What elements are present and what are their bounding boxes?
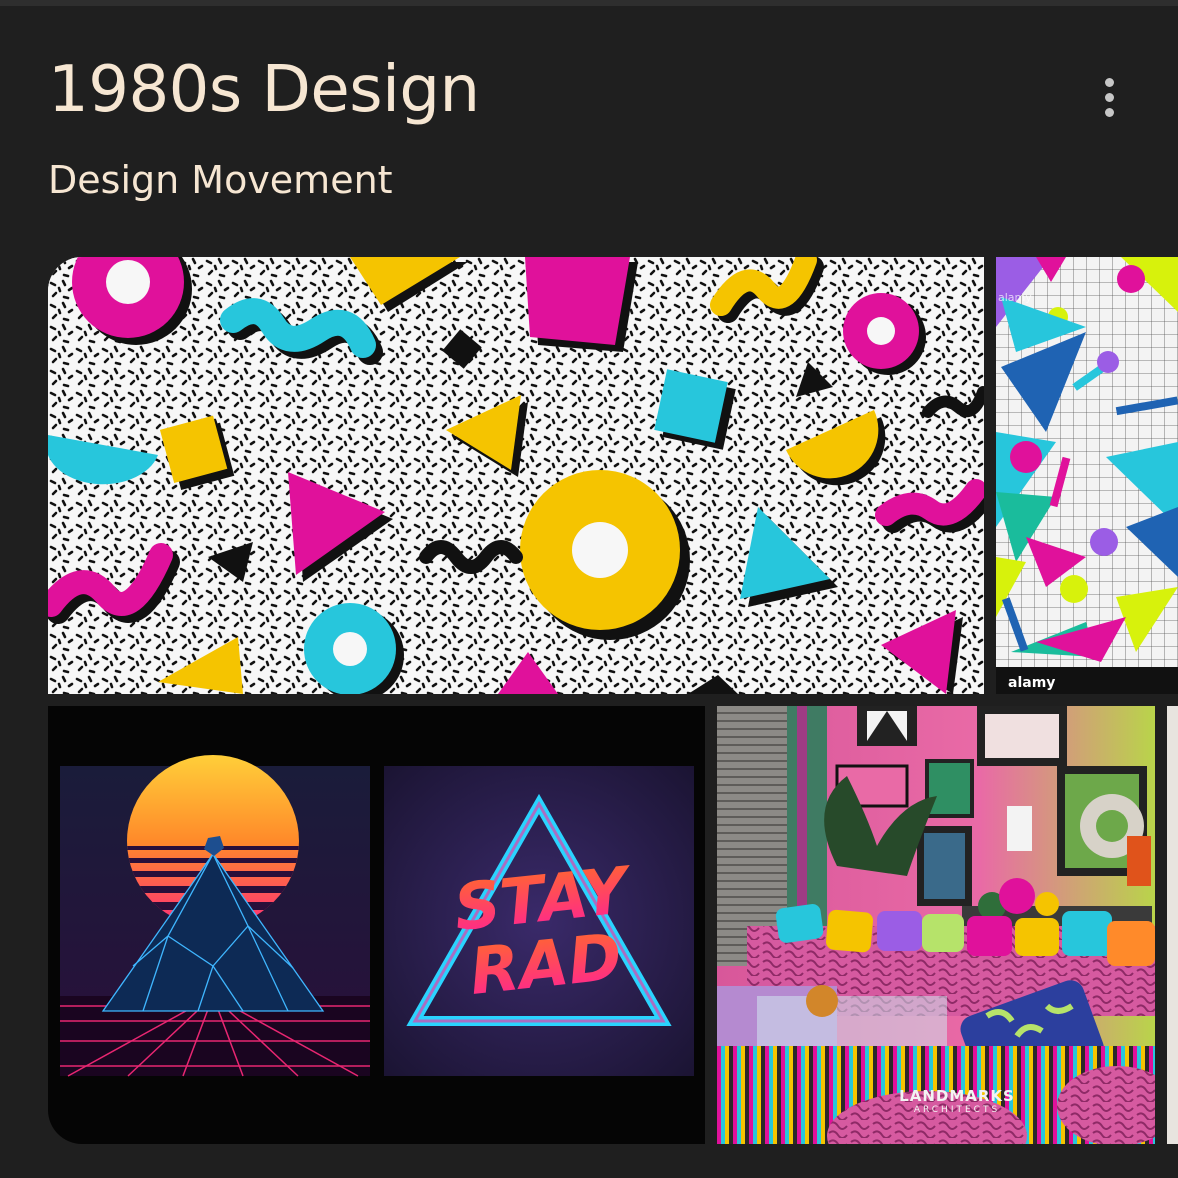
- image-tile-synthwave-art[interactable]: STAY RAD: [48, 706, 705, 1144]
- landmarks-watermark-line1: LANDMARKS: [899, 1087, 1015, 1105]
- image-tile-partial-next[interactable]: [1167, 706, 1178, 1144]
- retro-grid-pattern-image: alamy alamy: [996, 257, 1178, 694]
- image-tile-80s-living-room[interactable]: LANDMARKS ARCHITECTS: [717, 706, 1155, 1144]
- memphis-pattern-image: [48, 257, 984, 694]
- panel-subtitle[interactable]: Design Movement: [48, 156, 393, 204]
- more-options-button[interactable]: [1086, 70, 1132, 124]
- landmarks-watermark-line2: ARCHITECTS: [914, 1105, 1000, 1115]
- top-divider: [0, 0, 1178, 6]
- more-vert-icon-dot: [1104, 107, 1114, 117]
- image-tile-retro-grid-pattern[interactable]: alamy alamy: [996, 257, 1178, 694]
- rad-text: RAD: [466, 920, 625, 1009]
- living-room-image: LANDMARKS ARCHITECTS: [717, 706, 1155, 1144]
- synthwave-art-image: STAY RAD: [60, 755, 694, 1077]
- alamy-watermark-top: alamy: [998, 291, 1032, 304]
- alamy-watermark-bottom: alamy: [1008, 675, 1055, 691]
- image-tile-memphis-pattern[interactable]: [48, 257, 984, 694]
- more-vert-icon-dot: [1104, 92, 1114, 102]
- more-vert-icon: [1104, 77, 1114, 87]
- panel-title: 1980s Design: [48, 53, 480, 127]
